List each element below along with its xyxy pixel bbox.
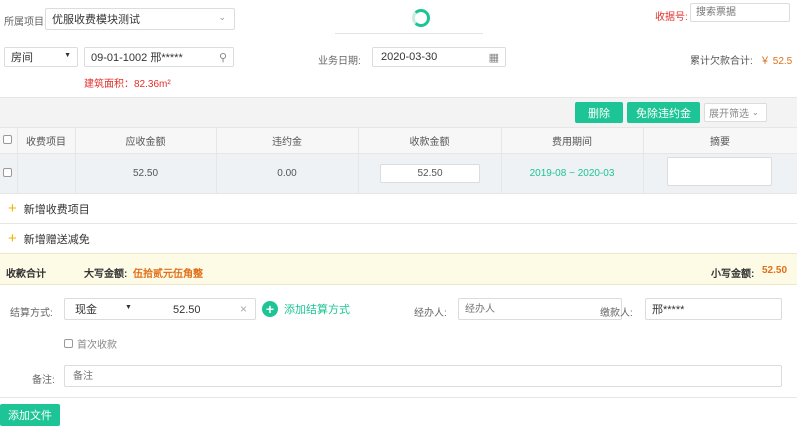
col-header-item: 收费项目 (26, 136, 66, 148)
payment-method-group: 现金 ▼ 52.50 × (64, 298, 256, 320)
payment-method-label: 结算方式: (10, 308, 53, 319)
waive-penalty-button[interactable]: 免除违约金 (627, 102, 700, 123)
first-payment-label: 首次收款 (77, 340, 117, 351)
capital-label: 大写金额: (84, 269, 128, 280)
add-charge-item-button[interactable]: + 新增收费项目 (8, 201, 90, 217)
arrears-value: ￥ 52.5 (760, 56, 793, 67)
receipt-search-input[interactable] (690, 3, 790, 22)
receipt-label: 收据号: (655, 12, 688, 23)
room-type-select[interactable]: 房间 ▼ (4, 47, 78, 67)
col-header-receivable: 应收金额 (125, 136, 166, 148)
delete-button[interactable]: 删除 (575, 102, 623, 123)
room-search-input[interactable]: 09-01-1002 邢***** ⚲ (84, 47, 234, 67)
chevron-down-icon: ⌄ (752, 108, 759, 117)
add-payment-method-label: 添加结算方式 (284, 304, 350, 316)
caret-down-icon: ▼ (64, 52, 71, 59)
add-discount-label: 新增赠送减免 (23, 234, 90, 246)
chevron-down-icon: ⌄ (218, 12, 226, 22)
biz-date-label: 业务日期: (318, 56, 361, 67)
col-header-received: 收款金额 (409, 136, 450, 148)
handler-input[interactable] (458, 298, 622, 320)
summary-textarea[interactable] (667, 157, 772, 186)
lower-value: 52.50 (762, 265, 788, 276)
add-discount-button[interactable]: + 新增赠送减免 (8, 231, 90, 247)
row-checkbox[interactable] (3, 168, 12, 177)
plus-circle-icon: + (262, 301, 278, 317)
total-label: 收款合计 (6, 269, 46, 280)
calendar-icon: ▦ (488, 52, 499, 64)
lower-label: 小写金额: (711, 269, 755, 280)
remark-label: 备注: (32, 375, 55, 386)
room-value: 09-01-1002 邢***** (91, 52, 183, 64)
capital-value: 伍拾贰元伍角整 (133, 269, 203, 280)
divider (0, 397, 797, 398)
payer-input[interactable]: 邢***** (645, 298, 782, 320)
plus-icon: + (8, 200, 17, 217)
arrears-label: 累计欠款合计: (690, 56, 753, 67)
expand-filter-button[interactable]: 展开筛选 ⌄ (704, 103, 767, 122)
cell-period: 2019-08 ~ 2020-03 (529, 168, 615, 179)
remark-input[interactable] (64, 365, 782, 387)
first-payment-checkbox[interactable] (64, 339, 73, 348)
room-type-value: 房间 (11, 52, 33, 64)
add-file-button[interactable]: 添加文件 (0, 404, 60, 426)
col-header-period: 费用期间 (552, 136, 592, 148)
project-select[interactable]: 优服收费模块测试 ⌄ (45, 8, 235, 30)
biz-date-input[interactable]: 2020-03-30 ▦ (372, 47, 506, 67)
caret-down-icon: ▼ (125, 304, 132, 311)
cell-penalty: 0.00 (277, 168, 297, 179)
biz-date-value: 2020-03-30 (381, 51, 438, 63)
loading-spinner-icon (412, 9, 430, 27)
cell-receivable: 52.50 (132, 168, 159, 179)
expand-filter-label: 展开筛选 (709, 109, 749, 120)
payer-value: 邢***** (652, 304, 685, 316)
add-charge-item-label: 新增收费项目 (23, 204, 90, 216)
col-header-penalty: 违约金 (272, 136, 302, 148)
divider (0, 193, 797, 194)
payment-amount[interactable]: 52.50 (173, 304, 201, 316)
received-amount-input[interactable] (380, 164, 480, 183)
building-area: 建筑面积：82.36m² (84, 79, 171, 90)
divider (335, 33, 483, 34)
first-payment-checkbox-group[interactable]: 首次收款 (64, 336, 117, 351)
divider (0, 223, 797, 224)
payer-label: 缴款人: (600, 308, 633, 319)
select-all-checkbox[interactable] (3, 135, 12, 144)
col-header-summary: 摘要 (710, 136, 730, 148)
search-icon: ⚲ (218, 52, 227, 64)
project-value: 优服收费模块测试 (52, 14, 140, 26)
payment-method-value[interactable]: 现金 (75, 301, 97, 317)
project-label: 所属项目: (4, 17, 47, 28)
plus-icon: + (8, 230, 17, 247)
handler-label: 经办人: (414, 308, 447, 319)
clear-icon[interactable]: × (240, 302, 247, 316)
add-payment-method-button[interactable]: + 添加结算方式 (262, 301, 350, 317)
